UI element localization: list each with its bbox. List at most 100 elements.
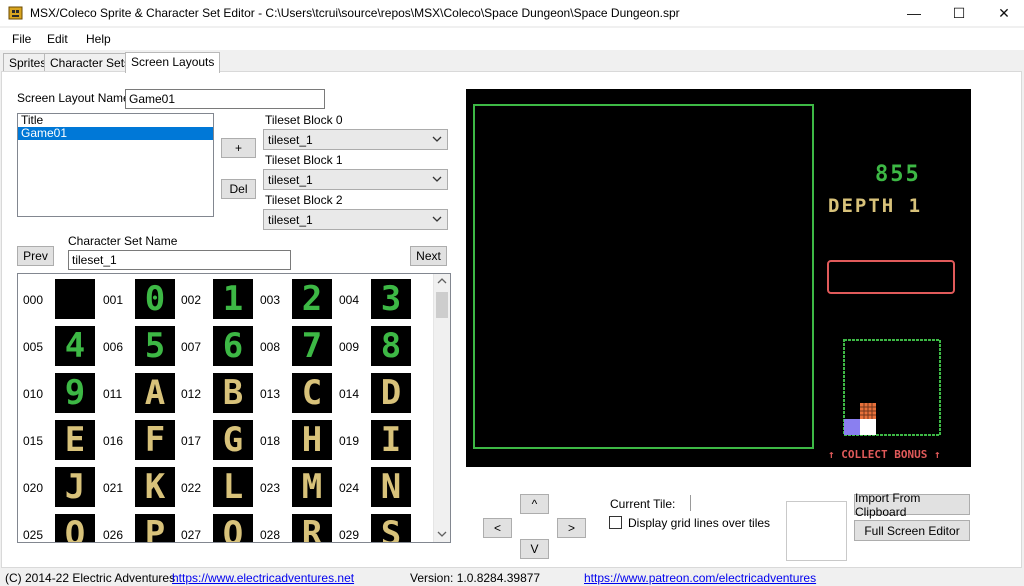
tile-cell[interactable]: B <box>213 373 253 413</box>
bonus-box-border <box>827 260 955 294</box>
tile-cell[interactable]: 5 <box>135 326 175 366</box>
website-link[interactable]: https://www.electricadventures.net <box>172 571 354 585</box>
tile-cell[interactable]: K <box>135 467 175 507</box>
copyright-text: (C) 2014-22 Electric Adventures <box>5 571 176 585</box>
tile-glyph: K <box>144 467 166 507</box>
grid-lines-checkbox[interactable] <box>609 516 622 529</box>
tile-number: 001 <box>103 293 124 307</box>
menu-file[interactable]: File <box>12 32 31 46</box>
tile-glyph: L <box>222 467 244 507</box>
patreon-link[interactable]: https://www.patreon.com/electricadventur… <box>584 571 816 585</box>
tile-glyph: O <box>64 514 86 543</box>
tile-palette-scrollbar[interactable] <box>433 274 450 542</box>
tile-cell[interactable]: 6 <box>213 326 253 366</box>
screen-layout-canvas[interactable]: 855 DEPTH 1 ↑ COLLECT BONUS ↑ <box>466 89 971 467</box>
scroll-down-icon[interactable] <box>437 530 447 538</box>
tile-glyph: N <box>380 467 402 507</box>
tile-cell[interactable]: G <box>213 420 253 460</box>
layout-name-input[interactable]: Game01 <box>125 89 325 109</box>
tile-cell[interactable]: A <box>135 373 175 413</box>
tile-glyph: 6 <box>222 326 244 366</box>
tile-number: 006 <box>103 340 124 354</box>
tileset-block-0-value: tileset_1 <box>268 133 313 147</box>
charset-name-label: Character Set Name <box>68 234 178 248</box>
import-clipboard-button[interactable]: Import From Clipboard <box>854 491 970 519</box>
layout-list[interactable]: Title Game01 <box>17 113 214 217</box>
tileset-block-0-select[interactable]: tileset_1 <box>263 129 448 150</box>
tileset-block-2-label: Tileset Block 2 <box>265 193 343 207</box>
tile-cell[interactable]: L <box>213 467 253 507</box>
tile-number: 004 <box>339 293 360 307</box>
blue-block <box>844 419 860 435</box>
tileset-block-1-select[interactable]: tileset_1 <box>263 169 448 190</box>
tile-cell[interactable]: 1 <box>213 279 253 319</box>
next-charset-button[interactable]: Next <box>410 246 447 266</box>
tile-cell[interactable]: S <box>371 514 411 542</box>
charset-name-input[interactable]: tileset_1 <box>68 250 291 270</box>
delete-layout-button[interactable]: Del <box>221 179 256 199</box>
tile-glyph: R <box>301 514 323 543</box>
tile-glyph: 0 <box>144 279 166 319</box>
tile-cell[interactable]: 3 <box>371 279 411 319</box>
chevron-down-icon <box>432 176 442 182</box>
chevron-down-icon <box>432 136 442 142</box>
tile-cell[interactable]: P <box>135 514 175 543</box>
tile-palette[interactable]: 000 001 0 002 1 003 2 004 3 005 4 006 5 007 6 008 7 009 8 0… <box>17 273 451 543</box>
layout-name-label: Screen Layout Name: <box>17 91 134 105</box>
tile-glyph: 3 <box>380 279 402 319</box>
tile-number: 027 <box>181 528 202 542</box>
full-screen-editor-button[interactable]: Full Screen Editor <box>854 520 970 541</box>
tile-cell[interactable]: R <box>292 514 332 543</box>
tile-cell[interactable]: 7 <box>292 326 332 366</box>
tile-number: 029 <box>339 528 360 542</box>
tile-cell[interactable]: 4 <box>55 326 95 366</box>
tileset-block-1-label: Tileset Block 1 <box>265 153 343 167</box>
add-layout-button[interactable]: + <box>221 138 256 158</box>
scroll-left-button[interactable]: < <box>483 518 512 538</box>
scroll-down-button[interactable]: V <box>520 539 549 559</box>
tile-number: 024 <box>339 481 360 495</box>
tile-number: 023 <box>260 481 281 495</box>
scroll-right-button[interactable]: > <box>557 518 586 538</box>
menu-help[interactable]: Help <box>86 32 111 46</box>
tile-cell[interactable]: J <box>55 467 95 507</box>
window-title: MSX/Coleco Sprite & Character Set Editor… <box>30 6 680 20</box>
tile-cell[interactable]: E <box>55 420 95 460</box>
tile-cell[interactable]: 8 <box>371 326 411 366</box>
tab-character-sets[interactable]: Character Sets <box>44 53 137 72</box>
scroll-thumb[interactable] <box>436 292 448 318</box>
maximize-button[interactable]: ☐ <box>937 0 981 26</box>
prev-charset-button[interactable]: Prev <box>17 246 54 266</box>
tile-cell[interactable]: I <box>371 420 411 460</box>
scroll-up-button[interactable]: ^ <box>520 494 549 514</box>
minimize-button[interactable]: — <box>892 0 936 26</box>
tile-number: 025 <box>23 528 44 542</box>
close-button[interactable]: ✕ <box>982 0 1024 26</box>
layout-list-item[interactable]: Game01 <box>18 127 213 140</box>
tile-number: 009 <box>339 340 360 354</box>
tile-cell[interactable]: 9 <box>55 373 95 413</box>
tile-cell[interactable]: O <box>55 514 95 543</box>
scroll-up-icon[interactable] <box>437 277 447 285</box>
tile-cell[interactable]: M <box>292 467 332 507</box>
tab-screen-layouts[interactable]: Screen Layouts <box>125 52 221 73</box>
tileset-block-0-label: Tileset Block 0 <box>265 113 343 127</box>
tile-glyph: F <box>144 420 166 460</box>
tile-glyph: P <box>144 514 166 543</box>
tile-cell[interactable]: N <box>371 467 411 507</box>
tile-number: 022 <box>181 481 202 495</box>
screen-layouts-panel: Screen Layout Name: Game01 Title Game01 +… <box>1 71 1022 568</box>
tile-cell[interactable]: 0 <box>135 279 175 319</box>
tile-cell[interactable]: 2 <box>292 279 332 319</box>
tile-cell[interactable]: F <box>135 420 175 460</box>
tile-cell[interactable]: H <box>292 420 332 460</box>
tile-cell[interactable]: Q <box>213 514 253 542</box>
collect-bonus-text: ↑ COLLECT BONUS ↑ <box>828 448 941 461</box>
tile-cell[interactable] <box>55 279 95 319</box>
tileset-block-2-select[interactable]: tileset_1 <box>263 209 448 230</box>
tile-cell[interactable]: C <box>292 373 332 413</box>
tile-cell[interactable]: D <box>371 373 411 413</box>
menu-edit[interactable]: Edit <box>47 32 68 46</box>
version-text: Version: 1.0.8284.39877 <box>410 571 541 585</box>
tile-glyph: M <box>301 467 323 507</box>
